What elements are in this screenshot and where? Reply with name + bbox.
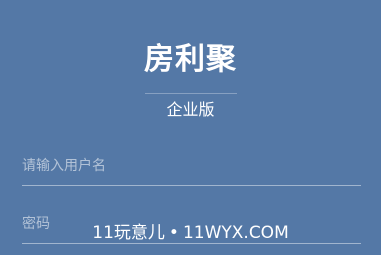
brand-logo: 房利聚 xyxy=(144,42,237,77)
edition-label: 企业版 xyxy=(166,100,215,119)
username-input[interactable] xyxy=(22,152,361,180)
login-screen: 房利聚 企业版 11玩意儿•11WYX.COM xyxy=(0,0,381,255)
password-field xyxy=(22,210,361,244)
password-input[interactable] xyxy=(22,210,361,238)
username-field xyxy=(22,152,361,186)
logo-divider xyxy=(145,93,237,94)
